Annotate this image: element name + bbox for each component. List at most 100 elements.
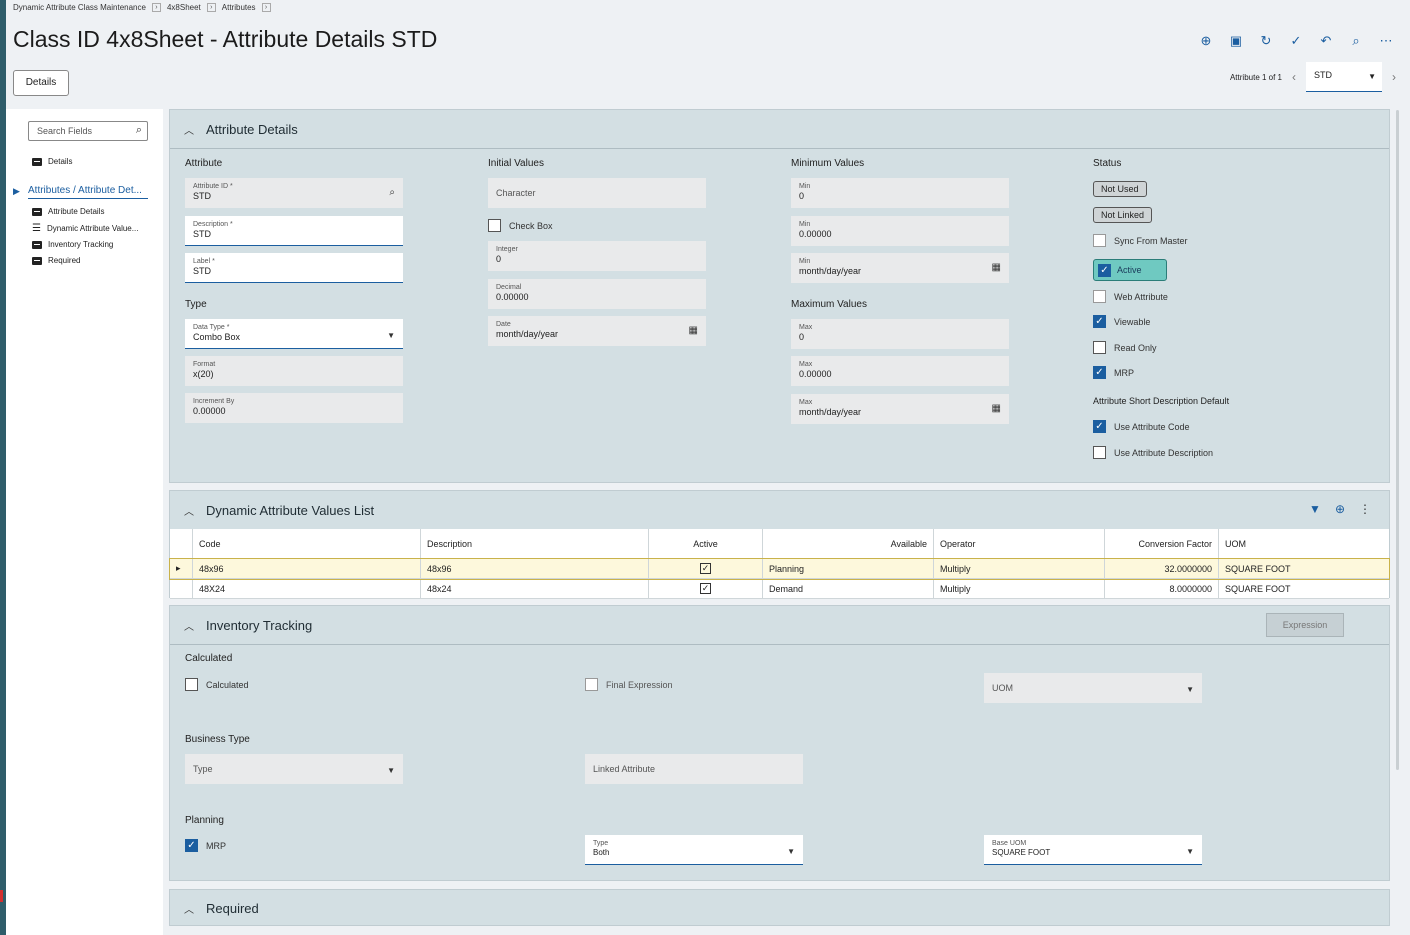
checkbox[interactable] (585, 678, 598, 691)
sidebar-item-values-list[interactable]: ☰ Dynamic Attribute Value... (32, 223, 138, 234)
attribute-id-field[interactable]: Attribute ID * STD ⌕ (185, 178, 403, 208)
active-checkbox[interactable]: ✓ Active (1093, 259, 1167, 281)
more-vertical-icon[interactable]: ⋮ (1359, 502, 1371, 516)
planning-type-select[interactable]: Type Both ▼ (585, 835, 803, 865)
chevron-up-icon[interactable]: ︿ (184, 618, 194, 633)
column-header[interactable]: Available (763, 529, 934, 558)
cell-active[interactable]: ✓ (649, 579, 763, 598)
add-row-icon[interactable]: ⊕ (1335, 502, 1345, 516)
read-only-checkbox[interactable]: Read Only (1093, 341, 1157, 354)
breadcrumb-item[interactable]: Dynamic Attribute Class Maintenance (13, 3, 146, 12)
use-attribute-description-checkbox[interactable]: Use Attribute Description (1093, 446, 1213, 459)
chevron-up-icon[interactable]: ︿ (184, 122, 194, 137)
expression-button[interactable]: Expression (1266, 613, 1344, 637)
calendar-icon[interactable]: ▦ (992, 403, 1001, 414)
checkbox-checked[interactable]: ✓ (1098, 263, 1111, 277)
calendar-icon[interactable]: ▦ (992, 262, 1001, 273)
sidebar-item-inventory-tracking[interactable]: Inventory Tracking (32, 240, 113, 249)
max-date-field[interactable]: Max month/day/year ▦ (791, 394, 1009, 424)
base-uom-select[interactable]: Base UOM SQUARE FOOT ▼ (984, 835, 1202, 865)
details-button[interactable]: Details (13, 70, 69, 96)
date-field[interactable]: Date month/day/year ▦ (488, 316, 706, 346)
filter-icon[interactable]: ▼ (1309, 502, 1321, 516)
search-fields-input[interactable]: Search Fields ⌕ (28, 121, 148, 141)
column-header[interactable]: Active (649, 529, 763, 558)
cell-uom[interactable]: SQUARE FOOT (1219, 559, 1389, 578)
checked-icon[interactable]: ✓ (700, 583, 711, 594)
cell-code[interactable]: 48x96 (193, 559, 421, 578)
sidebar-item-details[interactable]: Details (32, 157, 72, 166)
section-header[interactable]: ︿ Inventory Tracking (184, 606, 312, 644)
breadcrumb-item[interactable]: 4x8Sheet (167, 3, 201, 12)
lookup-icon[interactable]: ⌕ (389, 187, 395, 198)
chevron-left-icon[interactable]: ‹ (1292, 70, 1296, 84)
breadcrumb-item[interactable]: Attributes (222, 3, 256, 12)
checkbox[interactable] (1093, 234, 1106, 247)
sidebar-item-required[interactable]: Required (32, 256, 80, 265)
cell-code[interactable]: 48X24 (193, 579, 421, 598)
cell-active[interactable]: ✓ (649, 559, 763, 578)
calendar-icon[interactable]: ▦ (689, 325, 698, 336)
character-field[interactable]: Character (488, 178, 706, 208)
chevron-right-icon[interactable]: › (206, 3, 216, 12)
scrollbar[interactable] (1396, 110, 1399, 770)
column-header[interactable]: Description (421, 529, 649, 558)
max-integer-field[interactable]: Max 0 (791, 319, 1009, 349)
section-header[interactable]: ︿ Required (184, 890, 259, 927)
column-header[interactable]: UOM (1219, 529, 1389, 558)
sidebar-group-attributes[interactable]: Attributes / Attribute Det... (28, 185, 148, 199)
checkbox[interactable] (1093, 446, 1106, 459)
cell-operator[interactable]: Multiply (934, 559, 1105, 578)
sync-from-master-checkbox[interactable]: Sync From Master (1093, 234, 1188, 247)
linked-attribute-field[interactable]: Linked Attribute (585, 754, 803, 784)
chevron-right-icon[interactable]: › (151, 3, 161, 12)
cell-conversion-factor[interactable]: 32.0000000 (1105, 559, 1219, 578)
uom-select[interactable]: UOM ▼ (984, 673, 1202, 703)
table-row[interactable]: ▸ 48x96 48x96 ✓ Planning Multiply 32.000… (169, 558, 1390, 580)
checked-icon[interactable]: ✓ (700, 563, 711, 574)
max-decimal-field[interactable]: Max 0.00000 (791, 356, 1009, 386)
undo-icon[interactable]: ↶ (1318, 33, 1334, 49)
planning-mrp-checkbox[interactable]: ✓ MRP (185, 839, 226, 852)
chevron-right-icon[interactable]: › (261, 3, 271, 12)
integer-field[interactable]: Integer 0 (488, 241, 706, 271)
add-icon[interactable]: ⊕ (1198, 33, 1214, 49)
calculated-checkbox[interactable]: Calculated (185, 678, 249, 691)
min-decimal-field[interactable]: Min 0.00000 (791, 216, 1009, 246)
column-header[interactable]: Operator (934, 529, 1105, 558)
final-expression-checkbox[interactable]: Final Expression (585, 678, 673, 691)
check-box-checkbox[interactable]: Check Box (488, 219, 553, 232)
column-header[interactable]: Conversion Factor (1105, 529, 1219, 558)
format-field[interactable]: Format x(20) (185, 356, 403, 386)
record-select[interactable]: STD ▼ (1306, 62, 1382, 92)
checkbox[interactable] (488, 219, 501, 232)
decimal-field[interactable]: Decimal 0.00000 (488, 279, 706, 309)
description-field[interactable]: Description * STD (185, 216, 403, 246)
checkbox-checked[interactable]: ✓ (1093, 420, 1106, 433)
column-header[interactable]: Code (193, 529, 421, 558)
cell-description[interactable]: 48x96 (421, 559, 649, 578)
search-icon[interactable]: ⌕ (1348, 33, 1364, 49)
checkbox[interactable] (1093, 290, 1106, 303)
viewable-checkbox[interactable]: ✓ Viewable (1093, 315, 1150, 328)
table-row[interactable]: 48X24 48x24 ✓ Demand Multiply 8.0000000 … (170, 579, 1389, 599)
min-date-field[interactable]: Min month/day/year ▦ (791, 253, 1009, 283)
cell-operator[interactable]: Multiply (934, 579, 1105, 598)
increment-by-field[interactable]: Increment By 0.00000 (185, 393, 403, 423)
cell-conversion-factor[interactable]: 8.0000000 (1105, 579, 1219, 598)
cell-available[interactable]: Demand (763, 579, 934, 598)
refresh-icon[interactable]: ↻ (1258, 33, 1274, 49)
chevron-up-icon[interactable]: ︿ (184, 503, 194, 518)
data-type-select[interactable]: Data Type * Combo Box ▼ (185, 319, 403, 349)
cell-description[interactable]: 48x24 (421, 579, 649, 598)
section-header[interactable]: ︿ Dynamic Attribute Values List (184, 491, 374, 529)
cell-uom[interactable]: SQUARE FOOT (1219, 579, 1389, 598)
more-icon[interactable]: ⋯ (1378, 33, 1394, 49)
use-attribute-code-checkbox[interactable]: ✓ Use Attribute Code (1093, 420, 1190, 433)
clear-icon[interactable]: ✓ (1288, 33, 1304, 49)
cell-available[interactable]: Planning (763, 559, 934, 578)
save-icon[interactable]: ▣ (1228, 33, 1244, 49)
checkbox[interactable] (185, 678, 198, 691)
checkbox-checked[interactable]: ✓ (1093, 366, 1106, 379)
chevron-right-icon[interactable]: › (1392, 70, 1396, 84)
